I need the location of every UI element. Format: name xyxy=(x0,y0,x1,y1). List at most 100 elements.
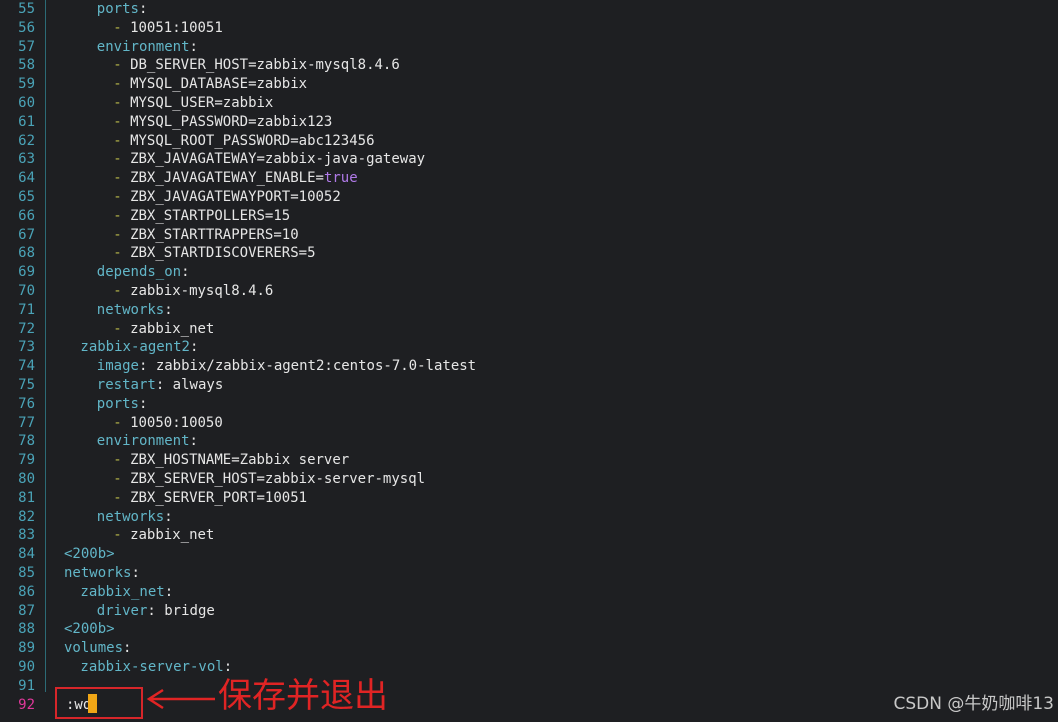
code-line[interactable]: 79 - ZBX_HOSTNAME=Zabbix server xyxy=(0,451,1058,470)
list-dash: - xyxy=(113,132,122,149)
code-line[interactable]: 84 <200b> xyxy=(0,545,1058,564)
zero-width-marker: <200b> xyxy=(64,621,115,638)
yaml-key: ports xyxy=(96,1,139,17)
line-content: ports: xyxy=(97,395,148,414)
line-content: - ZBX_STARTPOLLERS=15 xyxy=(113,207,290,226)
code-line[interactable]: 70 - zabbix-mysql8.4.6 xyxy=(0,282,1058,301)
code-line[interactable]: 61 - MYSQL_PASSWORD=zabbix123 xyxy=(0,113,1058,132)
yaml-colon: : xyxy=(164,301,173,318)
code-line[interactable]: 69 depends_on: xyxy=(0,263,1058,282)
list-dash: - xyxy=(113,527,122,544)
code-line[interactable]: 86 zabbix_net: xyxy=(0,583,1058,602)
code-line[interactable]: 75 restart: always xyxy=(0,376,1058,395)
yaml-key: depends_on xyxy=(96,264,182,281)
yaml-value: MYSQL_PASSWORD=zabbix123 xyxy=(130,113,333,130)
line-content: - zabbix_net xyxy=(113,526,214,545)
code-line[interactable]: 73 zabbix-agent2: xyxy=(0,338,1058,357)
yaml-value: ZBX_STARTTRAPPERS=10 xyxy=(130,226,299,243)
line-content: - ZBX_SERVER_PORT=10051 xyxy=(113,489,307,508)
code-line[interactable]: 58 - DB_SERVER_HOST=zabbix-mysql8.4.6 xyxy=(0,56,1058,75)
yaml-key: driver xyxy=(96,602,148,619)
line-number: 72 xyxy=(18,320,35,337)
code-line[interactable]: 68 - ZBX_STARTDISCOVERERS=5 xyxy=(0,244,1058,263)
list-dash: - xyxy=(113,151,122,168)
code-line[interactable]: 72 - zabbix_net xyxy=(0,320,1058,339)
code-line[interactable]: 90 zabbix-server-vol: xyxy=(0,658,1058,677)
line-number: 82 xyxy=(18,508,35,525)
list-dash: - xyxy=(113,207,122,224)
yaml-colon: : xyxy=(155,377,165,393)
yaml-value: ZBX_JAVAGATEWAYPORT=10052 xyxy=(130,189,341,205)
code-line[interactable]: 66 - ZBX_STARTPOLLERS=15 xyxy=(0,207,1058,226)
list-dash: - xyxy=(113,471,122,487)
line-number: 68 xyxy=(18,245,35,262)
code-line[interactable]: 89 volumes: xyxy=(0,639,1058,658)
code-line[interactable]: 55 ports: xyxy=(0,0,1058,19)
line-number: 62 xyxy=(18,132,35,149)
current-line-number: 92 xyxy=(18,697,35,713)
yaml-value: ZBX_SERVER_PORT=10051 xyxy=(130,489,308,506)
code-line[interactable]: 78 environment: xyxy=(0,432,1058,451)
code-line[interactable]: 82 networks: xyxy=(0,508,1058,527)
yaml-colon: : xyxy=(138,395,148,412)
code-line[interactable]: 83 - zabbix_net xyxy=(0,526,1058,545)
line-content: - zabbix-mysql8.4.6 xyxy=(113,282,273,301)
yaml-colon: : xyxy=(164,508,173,525)
line-number: 58 xyxy=(18,57,35,74)
line-number: 60 xyxy=(18,95,35,111)
line-content: <200b> xyxy=(64,545,115,564)
code-line[interactable]: 64 - ZBX_JAVAGATEWAY_ENABLE=true xyxy=(0,169,1058,188)
line-content: - 10050:10050 xyxy=(113,414,223,433)
yaml-value: 10051:10051 xyxy=(130,19,223,36)
yaml-key: networks xyxy=(64,565,132,581)
code-line[interactable]: 62 - MYSQL_ROOT_PASSWORD=abc123456 xyxy=(0,132,1058,151)
yaml-value: always xyxy=(164,377,224,393)
line-number: 86 xyxy=(18,583,35,600)
code-line[interactable]: 88 <200b> xyxy=(0,620,1058,639)
line-number: 67 xyxy=(18,226,35,243)
line-number: 65 xyxy=(18,189,35,205)
yaml-value: MYSQL_USER=zabbix xyxy=(130,95,274,111)
code-line[interactable]: 76 ports: xyxy=(0,395,1058,414)
list-dash: - xyxy=(113,452,122,469)
line-content: image: zabbix/zabbix-agent2:centos-7.0-l… xyxy=(97,357,476,376)
code-line[interactable]: 60 - MYSQL_USER=zabbix xyxy=(0,94,1058,113)
yaml-value: zabbix_net xyxy=(130,527,215,544)
yaml-key: environment xyxy=(96,433,190,450)
line-content: - MYSQL_DATABASE=zabbix xyxy=(113,75,307,94)
vim-editor[interactable]: 55 ports: 56 - 10051:10051 57 environment: 58 -… xyxy=(0,0,1058,722)
line-number: 70 xyxy=(18,283,35,299)
code-line[interactable]: 63 - ZBX_JAVAGATEWAY=zabbix-java-gateway xyxy=(0,150,1058,169)
code-line[interactable]: 65 - ZBX_JAVAGATEWAYPORT=10052 xyxy=(0,188,1058,207)
line-content: - ZBX_STARTDISCOVERERS=5 xyxy=(113,244,315,263)
code-line[interactable]: 57 environment: xyxy=(0,38,1058,57)
yaml-colon: : xyxy=(189,433,198,450)
yaml-value: ZBX_JAVAGATEWAY=zabbix-java-gateway xyxy=(130,151,426,168)
code-line[interactable]: 56 - 10051:10051 xyxy=(0,19,1058,38)
code-line[interactable]: 67 - ZBX_STARTTRAPPERS=10 xyxy=(0,226,1058,245)
yaml-key: image xyxy=(96,358,139,375)
line-content: - DB_SERVER_HOST=zabbix-mysql8.4.6 xyxy=(113,56,400,75)
line-number: 55 xyxy=(18,1,35,17)
code-line[interactable]: 77 - 10050:10050 xyxy=(0,414,1058,433)
yaml-value: bridge xyxy=(155,602,215,619)
yaml-colon: : xyxy=(189,339,199,356)
line-number: 88 xyxy=(18,621,35,638)
code-line[interactable]: 81 - ZBX_SERVER_PORT=10051 xyxy=(0,489,1058,508)
code-line[interactable]: 71 networks: xyxy=(0,301,1058,320)
code-line[interactable]: 87 driver: bridge xyxy=(0,602,1058,621)
yaml-value: ZBX_HOSTNAME=Zabbix server xyxy=(130,452,350,469)
yaml-value: MYSQL_DATABASE=zabbix xyxy=(130,76,308,93)
code-line[interactable]: 74 image: zabbix/zabbix-agent2:centos-7.0… xyxy=(0,357,1058,376)
yaml-key: volumes xyxy=(64,640,124,657)
yaml-colon: : xyxy=(189,38,198,55)
code-line[interactable]: 59 - MYSQL_DATABASE=zabbix xyxy=(0,75,1058,94)
yaml-key: zabbix-server-vol xyxy=(80,659,224,675)
code-line[interactable]: 80 - ZBX_SERVER_HOST=zabbix-server-mysql xyxy=(0,470,1058,489)
line-number: 69 xyxy=(18,264,35,281)
line-content: - 10051:10051 xyxy=(113,19,223,38)
code-line[interactable]: 85 networks: xyxy=(0,564,1058,583)
yaml-value: DB_SERVER_HOST=zabbix-mysql8.4.6 xyxy=(130,57,400,74)
line-number: 84 xyxy=(18,546,35,563)
line-content: - ZBX_STARTTRAPPERS=10 xyxy=(113,226,298,245)
